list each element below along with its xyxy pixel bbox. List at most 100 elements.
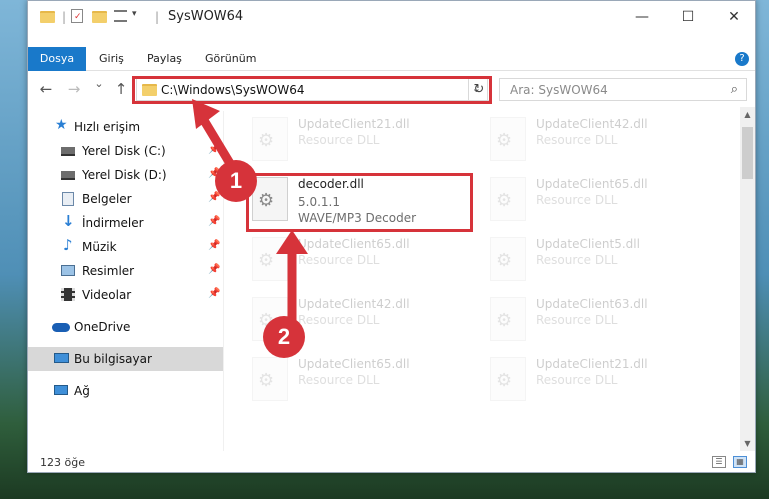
download-icon: ↓ — [62, 212, 75, 230]
minimize-button[interactable]: — — [619, 1, 665, 32]
title-bar: | ✓ ▾ | SysWOW64 — ☐ ✕ — [28, 1, 755, 33]
list-item[interactable]: ⚙ UpdateClient42.dll Resource DLL — [478, 111, 708, 169]
scroll-down-button[interactable]: ▼ — [740, 436, 755, 451]
file-name: UpdateClient65.dll — [298, 237, 410, 251]
music-icon: ♪ — [63, 236, 73, 254]
maximize-button[interactable]: ☐ — [665, 1, 711, 32]
navigation-bar: ← → ⌄ ↑ C:\Windows\SysWOW64 ⌄ ↻ Ara: Sys… — [28, 73, 755, 107]
star-icon: ★ — [55, 117, 68, 133]
file-name: UpdateClient42.dll — [536, 117, 648, 131]
sidebar-item-label: Bu bilgisayar — [74, 352, 152, 366]
forward-button[interactable]: → — [65, 80, 83, 98]
file-type: Resource DLL — [536, 373, 618, 387]
ribbon-tabs: Dosya Giriş Paylaş Görünüm ? — [28, 47, 755, 71]
dll-file-icon: ⚙ — [252, 357, 288, 401]
vertical-scrollbar[interactable]: ▲ ▼ — [740, 107, 755, 451]
pictures-icon — [61, 265, 75, 276]
file-name: UpdateClient65.dll — [536, 177, 648, 191]
sidebar-item-label: Hızlı erişim — [74, 120, 141, 134]
documents-icon — [62, 192, 74, 206]
search-placeholder: Ara: SysWOW64 — [510, 83, 608, 97]
file-highlight-box — [246, 173, 473, 232]
scroll-up-button[interactable]: ▲ — [740, 107, 755, 122]
dropdown-icon[interactable]: ▾ — [132, 9, 137, 19]
pin-icon[interactable]: 📌 — [208, 240, 220, 251]
file-type: Resource DLL — [536, 193, 618, 207]
tab-view[interactable]: Görünüm — [195, 47, 266, 71]
sidebar-item-pictures[interactable]: Resimler 📌 — [28, 259, 223, 283]
file-name: UpdateClient42.dll — [298, 297, 410, 311]
scroll-thumb[interactable] — [742, 127, 753, 179]
step-2-badge: 2 — [263, 316, 305, 358]
explorer-window: | ✓ ▾ | SysWOW64 — ☐ ✕ Dosya Giriş Payla… — [27, 0, 756, 473]
list-item[interactable]: ⚙ UpdateClient21.dll Resource DLL — [240, 111, 470, 169]
help-icon[interactable]: ? — [735, 52, 749, 66]
sidebar-item-label: Ağ — [74, 384, 90, 398]
properties-icon[interactable]: ✓ — [71, 9, 83, 23]
sidebar-item-label: Yerel Disk (C:) — [82, 144, 166, 158]
pin-icon[interactable]: 📌 — [208, 216, 220, 227]
file-type: Resource DLL — [298, 133, 380, 147]
file-type: Resource DLL — [298, 373, 380, 387]
file-name: UpdateClient65.dll — [298, 357, 410, 371]
dll-file-icon: ⚙ — [490, 117, 526, 161]
quick-access-separator: | — [155, 10, 160, 24]
sidebar-item-onedrive[interactable]: OneDrive — [28, 315, 223, 339]
computer-icon — [54, 353, 69, 363]
drive-icon — [61, 147, 75, 156]
dll-file-icon: ⚙ — [490, 177, 526, 221]
tab-file[interactable]: Dosya — [28, 47, 86, 71]
network-icon — [54, 385, 68, 395]
pin-icon[interactable]: 📌 — [208, 264, 220, 275]
sidebar-item-this-pc[interactable]: Bu bilgisayar — [28, 347, 223, 371]
file-type: Resource DLL — [536, 133, 618, 147]
sidebar-item-label: Belgeler — [82, 192, 132, 206]
sidebar-item-label: Resimler — [82, 264, 135, 278]
quick-access-separator: | — [62, 10, 67, 24]
step-1-badge: 1 — [215, 160, 257, 202]
tab-share[interactable]: Paylaş — [137, 47, 192, 71]
file-name: UpdateClient63.dll — [536, 297, 648, 311]
sidebar-item-music[interactable]: ♪ Müzik 📌 — [28, 235, 223, 259]
close-button[interactable]: ✕ — [711, 1, 755, 32]
file-name: UpdateClient21.dll — [536, 357, 648, 371]
folder-icon — [40, 11, 55, 23]
list-item[interactable]: ⚙ UpdateClient65.dll Resource DLL — [240, 351, 470, 409]
sidebar-item-label: OneDrive — [74, 320, 131, 334]
recent-locations-button[interactable]: ⌄ — [90, 77, 108, 90]
dll-file-icon: ⚙ — [490, 237, 526, 281]
sidebar-item-downloads[interactable]: ↓ İndirmeler 📌 — [28, 211, 223, 235]
drive-icon — [61, 171, 75, 180]
sidebar-item-label: İndirmeler — [82, 216, 144, 230]
dll-file-icon: ⚙ — [490, 297, 526, 341]
sidebar-item-label: Yerel Disk (D:) — [82, 168, 167, 182]
tab-home[interactable]: Giriş — [89, 47, 134, 71]
file-type: Resource DLL — [536, 313, 618, 327]
pin-icon[interactable]: 📌 — [208, 288, 220, 299]
back-button[interactable]: ← — [37, 80, 55, 98]
status-bar: 123 öğe ☰ ▦ — [28, 452, 755, 472]
list-item[interactable]: ⚙ UpdateClient21.dll Resource DLL — [478, 351, 708, 409]
window-title: SysWOW64 — [168, 9, 244, 24]
up-button[interactable]: ↑ — [112, 80, 130, 98]
list-item[interactable]: ⚙ UpdateClient63.dll Resource DLL — [478, 291, 708, 349]
file-name: UpdateClient21.dll — [298, 117, 410, 131]
item-count: 123 öğe — [40, 456, 85, 469]
sidebar-item-network[interactable]: Ağ — [28, 379, 223, 403]
cloud-icon — [52, 323, 70, 332]
file-name: UpdateClient5.dll — [536, 237, 640, 251]
sidebar-item-label: Müzik — [82, 240, 117, 254]
customize-toolbar-icon[interactable] — [114, 10, 127, 22]
video-icon — [61, 288, 75, 301]
file-type: Resource DLL — [536, 253, 618, 267]
sidebar-item-label: Videolar — [82, 288, 132, 302]
search-icon: ⌕ — [730, 82, 738, 97]
sidebar-item-videos[interactable]: Videolar 📌 — [28, 283, 223, 307]
dll-file-icon: ⚙ — [490, 357, 526, 401]
list-item[interactable]: ⚙ UpdateClient5.dll Resource DLL — [478, 231, 708, 289]
details-view-icon[interactable]: ☰ — [712, 456, 726, 468]
tiles-view-icon[interactable]: ▦ — [733, 456, 747, 468]
list-item[interactable]: ⚙ UpdateClient65.dll Resource DLL — [478, 171, 708, 229]
search-input[interactable]: Ara: SysWOW64 ⌕ — [499, 78, 747, 101]
new-folder-icon[interactable] — [92, 11, 107, 23]
